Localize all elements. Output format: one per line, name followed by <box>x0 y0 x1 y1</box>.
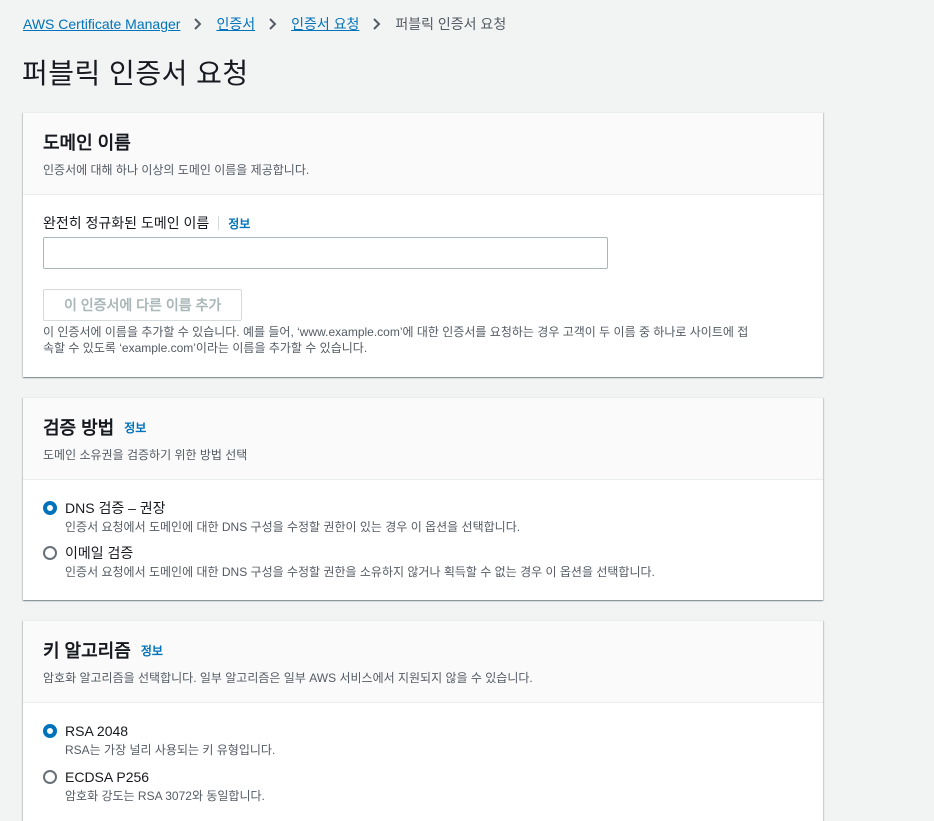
page-title: 퍼블릭 인증서 요청 <box>22 58 249 89</box>
chevron-right-icon <box>190 16 206 32</box>
add-name-helper-text: 이 인증서에 이름을 추가할 수 있습니다. 예를 들어, ‘www.examp… <box>43 324 803 356</box>
radio-rsa-2048[interactable]: RSA 2048 RSA는 가장 널리 사용되는 키 유형입니다. <box>43 722 275 758</box>
validation-method-panel: 검증 방법 정보 도메인 소유권을 검증하기 위한 방법 선택 DNS 검증 –… <box>23 397 823 600</box>
radio-rsa-description: RSA는 가장 널리 사용되는 키 유형입니다. <box>65 743 276 757</box>
key-algorithm-panel: 키 알고리즘 정보 암호화 알고리즘을 선택합니다. 일부 알고리즘은 일부 A… <box>23 620 823 821</box>
radio-unselected-icon[interactable] <box>43 546 57 560</box>
validation-info-link[interactable]: 정보 <box>124 419 146 436</box>
domain-name-title-text: 도메인 이름 <box>43 133 131 153</box>
label-divider <box>218 216 220 230</box>
domain-name-panel: 도메인 이름 인증서에 대해 하나 이상의 도메인 이름을 제공합니다. 완전히… <box>23 112 823 377</box>
radio-rsa-text: RSA 2048 RSA는 가장 널리 사용되는 키 유형입니다. <box>65 722 275 758</box>
radio-ecdsa-label: ECDSA P256 <box>65 769 150 785</box>
breadcrumb-link-certificates[interactable]: 인증서 <box>216 14 255 34</box>
breadcrumb-link-request[interactable]: 인증서 요청 <box>291 14 359 34</box>
radio-dns-validation[interactable]: DNS 검증 – 권장 인증서 요청에서 도메인에 대한 DNS 구성을 수정할… <box>43 499 520 535</box>
radio-email-description: 인증서 요청에서 도메인에 대한 DNS 구성을 수정할 권한을 소유하지 않거… <box>65 565 655 579</box>
radio-selected-icon[interactable] <box>43 724 57 738</box>
radio-dns-label: DNS 검증 – 권장 <box>65 500 166 516</box>
chevron-right-icon <box>265 16 281 32</box>
validation-method-title: 검증 방법 정보 <box>43 414 803 440</box>
radio-selected-icon[interactable] <box>43 501 57 515</box>
radio-ecdsa-p256[interactable]: ECDSA P256 암호화 강도는 RSA 3072와 동일합니다. <box>43 768 265 804</box>
add-another-name-button[interactable]: 이 인증서에 다른 이름 추가 <box>43 289 243 321</box>
radio-email-text: 이메일 검증 인증서 요청에서 도메인에 대한 DNS 구성을 수정할 권한을 … <box>65 544 655 580</box>
breadcrumb-current: 퍼블릭 인증서 요청 <box>395 16 507 32</box>
domain-name-description: 인증서에 대해 하나 이상의 도메인 이름을 제공합니다. <box>43 163 310 177</box>
radio-dns-text: DNS 검증 – 권장 인증서 요청에서 도메인에 대한 DNS 구성을 수정할… <box>65 499 520 535</box>
radio-email-validation[interactable]: 이메일 검증 인증서 요청에서 도메인에 대한 DNS 구성을 수정할 권한을 … <box>43 544 655 580</box>
validation-method-header: 검증 방법 정보 도메인 소유권을 검증하기 위한 방법 선택 <box>23 398 823 480</box>
key-algorithm-info-link[interactable]: 정보 <box>141 642 163 659</box>
validation-method-description: 도메인 소유권을 검증하기 위한 방법 선택 <box>43 448 248 462</box>
validation-method-title-text: 검증 방법 <box>43 418 115 438</box>
radio-unselected-icon[interactable] <box>43 770 57 784</box>
radio-ecdsa-text: ECDSA P256 암호화 강도는 RSA 3072와 동일합니다. <box>65 768 265 804</box>
fqdn-label: 완전히 정규화된 도메인 이름 정보 <box>43 213 250 233</box>
radio-ecdsa-description: 암호화 강도는 RSA 3072와 동일합니다. <box>65 789 265 803</box>
key-algorithm-description: 암호화 알고리즘을 선택합니다. 일부 알고리즘은 일부 AWS 서비스에서 지… <box>43 671 533 685</box>
fqdn-input[interactable] <box>43 237 608 269</box>
domain-name-header: 도메인 이름 인증서에 대해 하나 이상의 도메인 이름을 제공합니다. <box>23 113 823 195</box>
radio-email-label: 이메일 검증 <box>65 545 134 561</box>
domain-name-title: 도메인 이름 <box>43 129 803 155</box>
fqdn-info-link[interactable]: 정보 <box>228 215 250 232</box>
radio-rsa-label: RSA 2048 <box>65 723 129 739</box>
radio-dns-description: 인증서 요청에서 도메인에 대한 DNS 구성을 수정할 권한이 있는 경우 이… <box>65 520 521 534</box>
key-algorithm-title-text: 키 알고리즘 <box>43 641 131 661</box>
helper-line-1: 이 인증서에 이름을 추가할 수 있습니다. 예를 들어, ‘www.examp… <box>43 325 749 339</box>
chevron-right-icon <box>369 16 385 32</box>
key-algorithm-title: 키 알고리즘 정보 <box>43 637 803 663</box>
key-algorithm-header: 키 알고리즘 정보 암호화 알고리즘을 선택합니다. 일부 알고리즘은 일부 A… <box>23 621 823 703</box>
helper-line-2: 속할 수 있도록 ‘example.com’이라는 이름을 추가할 수 있습니다… <box>43 341 368 355</box>
fqdn-label-text: 완전히 정규화된 도메인 이름 <box>43 215 210 231</box>
breadcrumb: AWS Certificate Manager 인증서 인증서 요청 퍼블릭 인… <box>23 14 506 34</box>
breadcrumb-link-acm[interactable]: AWS Certificate Manager <box>23 16 180 32</box>
